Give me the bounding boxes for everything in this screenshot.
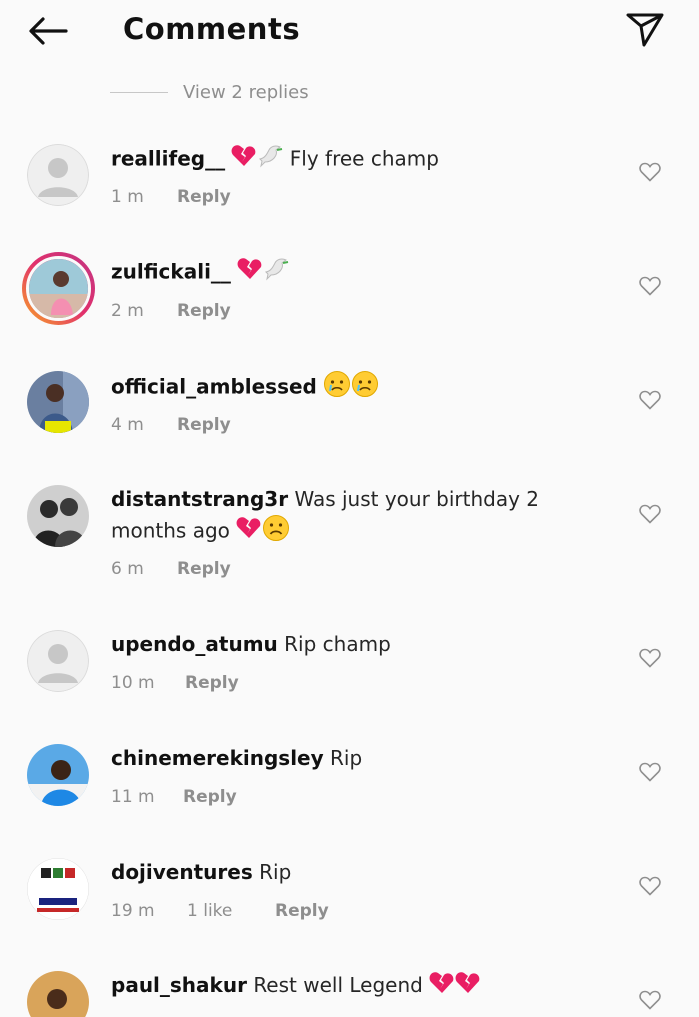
- comment-username[interactable]: distantstrang3r: [111, 487, 288, 511]
- comment-text: Rest well Legend: [253, 973, 423, 997]
- avatar[interactable]: [27, 144, 89, 206]
- heart-outline-icon: [639, 162, 661, 182]
- comment-username[interactable]: paul_shakur: [111, 973, 247, 997]
- view-replies-link[interactable]: View 2 replies: [110, 80, 309, 104]
- avatar[interactable]: [27, 485, 89, 547]
- avatar[interactable]: [27, 744, 89, 806]
- like-button[interactable]: [638, 875, 662, 897]
- like-button[interactable]: [638, 761, 662, 783]
- like-count[interactable]: 1 like: [187, 901, 275, 921]
- comment-time: 2 m: [111, 301, 144, 321]
- comment-time: 11 m: [111, 787, 155, 807]
- avatar-logo: [27, 858, 89, 920]
- comment-username[interactable]: official_amblessed: [111, 375, 317, 399]
- arrow-left-icon: [29, 17, 68, 45]
- comment-username[interactable]: upendo_atumu: [111, 632, 278, 656]
- comment-time: 10 m: [111, 673, 155, 693]
- broken-heart-icon: [231, 144, 257, 176]
- dove-icon: [257, 143, 283, 177]
- heart-outline-icon: [639, 762, 661, 782]
- view-replies-label: View 2 replies: [183, 81, 309, 103]
- comment-time: 19 m: [111, 901, 155, 921]
- comment-username[interactable]: reallifeg__: [111, 147, 225, 171]
- avatar[interactable]: [27, 858, 89, 920]
- broken-heart-icon: [429, 971, 455, 1003]
- share-button[interactable]: [622, 8, 668, 50]
- comment-text: Rip: [330, 746, 363, 770]
- avatar[interactable]: [27, 371, 89, 433]
- comment-username[interactable]: zulfickali__: [111, 260, 231, 284]
- broken-heart-icon: [237, 257, 263, 289]
- reply-button[interactable]: Reply: [185, 673, 239, 693]
- heart-outline-icon: [639, 276, 661, 296]
- reply-button[interactable]: Reply: [275, 901, 329, 921]
- avatar[interactable]: [27, 630, 89, 692]
- comment-text: Rip: [259, 860, 292, 884]
- back-button[interactable]: [26, 12, 70, 50]
- broken-heart-icon: [236, 516, 262, 548]
- reply-button[interactable]: Reply: [177, 559, 231, 579]
- frowning-face-icon: [262, 514, 290, 550]
- dove-icon: [263, 256, 289, 290]
- reply-button[interactable]: Reply: [177, 301, 231, 321]
- avatar-photo: [29, 259, 88, 318]
- avatar-photo: [27, 485, 89, 547]
- comment-text: Was just your birthday 2: [294, 487, 540, 511]
- header: Comments: [0, 0, 699, 62]
- avatar-photo: [27, 971, 89, 1017]
- like-button[interactable]: [638, 161, 662, 183]
- like-button[interactable]: [638, 989, 662, 1011]
- crying-face-icon: [323, 370, 351, 406]
- reply-button[interactable]: Reply: [177, 187, 231, 207]
- page-title: Comments: [123, 12, 301, 46]
- comment-time: 1 m: [111, 187, 144, 207]
- replies-divider: [110, 91, 168, 93]
- comment-username[interactable]: dojiventures: [111, 860, 253, 884]
- paper-plane-icon: [626, 13, 664, 47]
- like-button[interactable]: [638, 275, 662, 297]
- comment-text: Fly free champ: [289, 146, 439, 171]
- avatar-photo: [27, 744, 89, 806]
- avatar-photo: [27, 371, 89, 433]
- comment-text-continued: months ago: [111, 518, 230, 543]
- default-avatar-icon: [27, 144, 89, 206]
- crying-face-icon: [351, 370, 379, 406]
- broken-heart-icon: [455, 971, 481, 1003]
- heart-outline-icon: [639, 876, 661, 896]
- avatar[interactable]: [27, 971, 89, 1017]
- avatar-story-ring[interactable]: [22, 252, 95, 325]
- comment-username[interactable]: chinemerekingsley: [111, 746, 324, 770]
- reply-button[interactable]: Reply: [177, 415, 231, 435]
- heart-outline-icon: [639, 990, 661, 1010]
- comment-text: Rip champ: [284, 632, 391, 656]
- avatar: [26, 256, 91, 321]
- comment-time: 4 m: [111, 415, 144, 435]
- heart-outline-icon: [639, 504, 661, 524]
- default-avatar-icon: [27, 630, 89, 692]
- heart-outline-icon: [639, 648, 661, 668]
- like-button[interactable]: [638, 389, 662, 411]
- like-button[interactable]: [638, 503, 662, 525]
- comment-time: 6 m: [111, 559, 144, 579]
- like-button[interactable]: [638, 647, 662, 669]
- reply-button[interactable]: Reply: [183, 787, 237, 807]
- heart-outline-icon: [639, 390, 661, 410]
